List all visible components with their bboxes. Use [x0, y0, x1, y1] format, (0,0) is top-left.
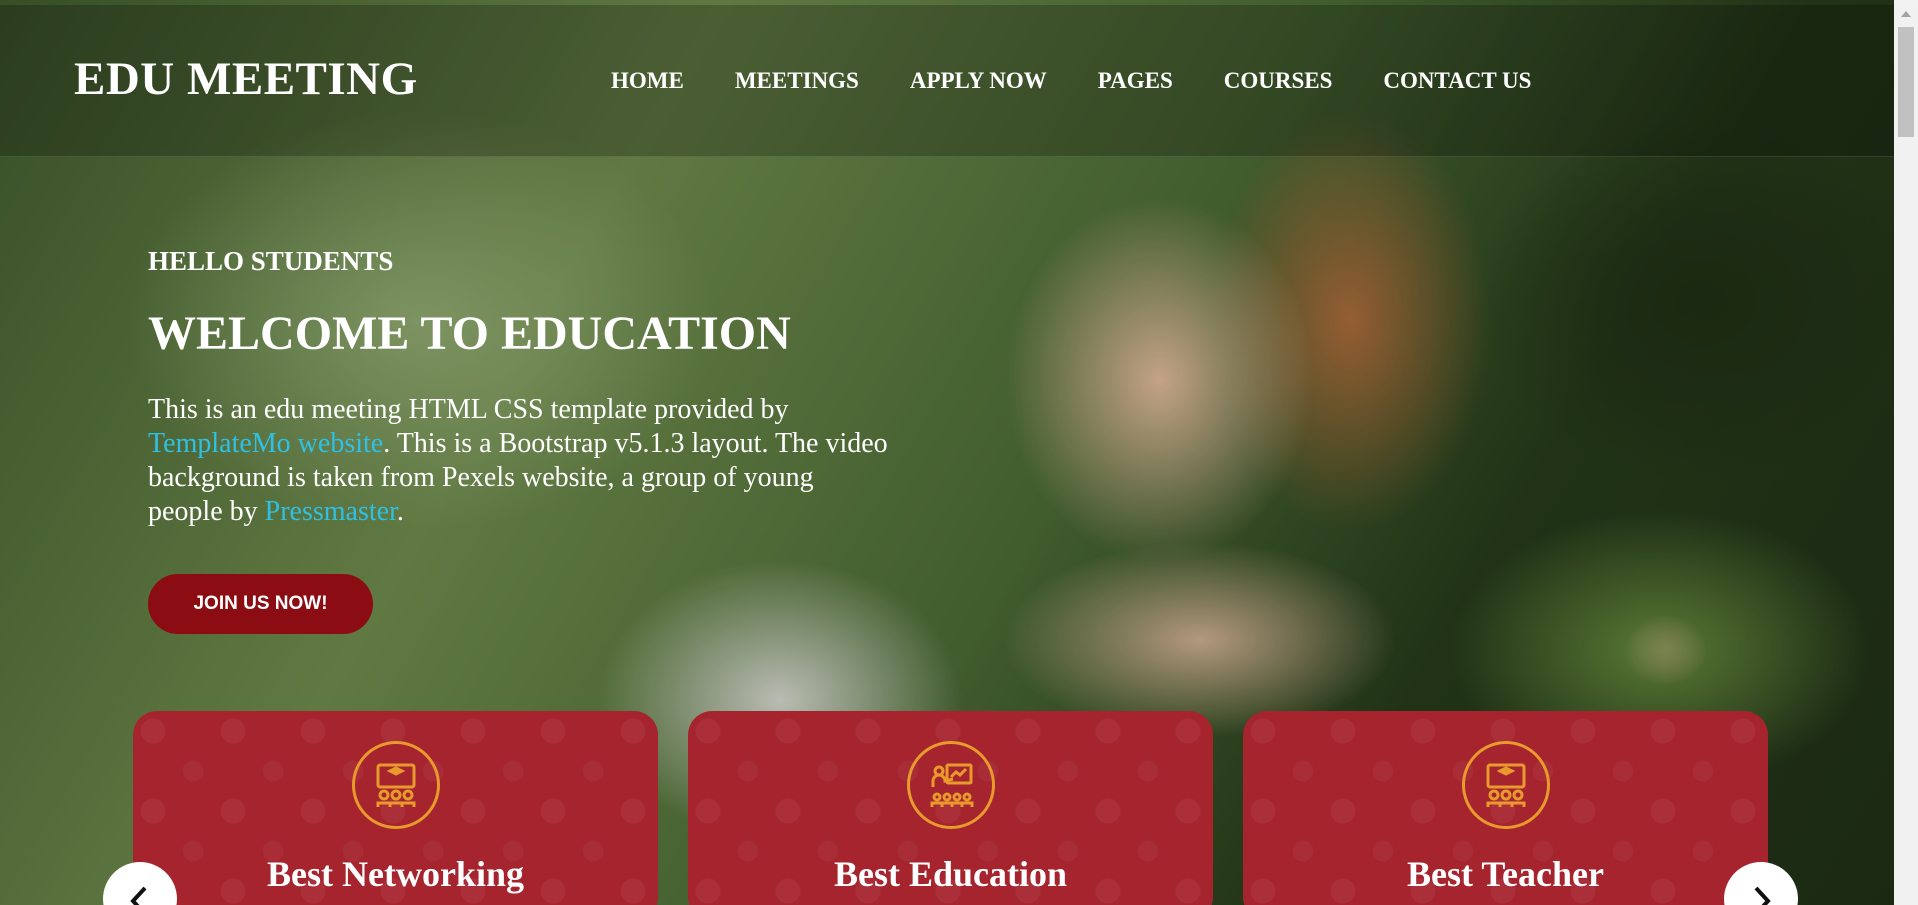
nav-home[interactable]: HOME [611, 68, 684, 94]
card-title: Best Networking [267, 854, 524, 894]
pressmaster-link[interactable]: Pressmaster [265, 496, 397, 527]
card-title: Best Teacher [1407, 854, 1604, 894]
service-card-teacher[interactable]: Best Teacher [1243, 711, 1768, 905]
main-nav: HOME MEETINGS APPLY NOW PAGES COURSES CO… [611, 68, 1582, 94]
meeting-presentation-icon [351, 741, 440, 829]
chevron-right-icon [1754, 886, 1771, 905]
hero-text-1: This is an edu meeting HTML CSS template… [148, 394, 789, 425]
classroom-teacher-icon [906, 741, 995, 829]
nav-courses[interactable]: COURSES [1224, 68, 1333, 94]
site-header: EDU MEETING HOME MEETINGS APPLY NOW PAGE… [0, 5, 1894, 157]
hero-description: This is an edu meeting HTML CSS template… [148, 393, 888, 529]
meeting-presentation-icon [1461, 741, 1550, 829]
chevron-left-icon [130, 886, 147, 905]
hero-text-3: . [396, 496, 404, 527]
scroll-thumb[interactable] [1898, 27, 1914, 137]
card-title: Best Education [833, 854, 1068, 894]
join-us-button[interactable]: JOIN US NOW! [148, 574, 373, 634]
page-scrollbar[interactable] [1894, 5, 1918, 905]
nav-contact-us[interactable]: CONTACT US [1383, 68, 1531, 94]
service-card-networking[interactable]: Best Networking [133, 711, 658, 905]
service-card-education[interactable]: Best Education [688, 711, 1213, 905]
site-logo[interactable]: EDU MEETING [74, 52, 418, 106]
hero-title: WELCOME TO EDUCATION [148, 307, 791, 360]
nav-apply-now[interactable]: APPLY NOW [910, 68, 1047, 94]
templatemo-link[interactable]: TemplateMo website [148, 428, 383, 459]
nav-meetings[interactable]: MEETINGS [735, 68, 859, 94]
hero-subtitle: HELLO STUDENTS [148, 246, 394, 276]
nav-pages[interactable]: PAGES [1098, 68, 1173, 94]
scroll-up-icon[interactable] [1901, 11, 1911, 17]
